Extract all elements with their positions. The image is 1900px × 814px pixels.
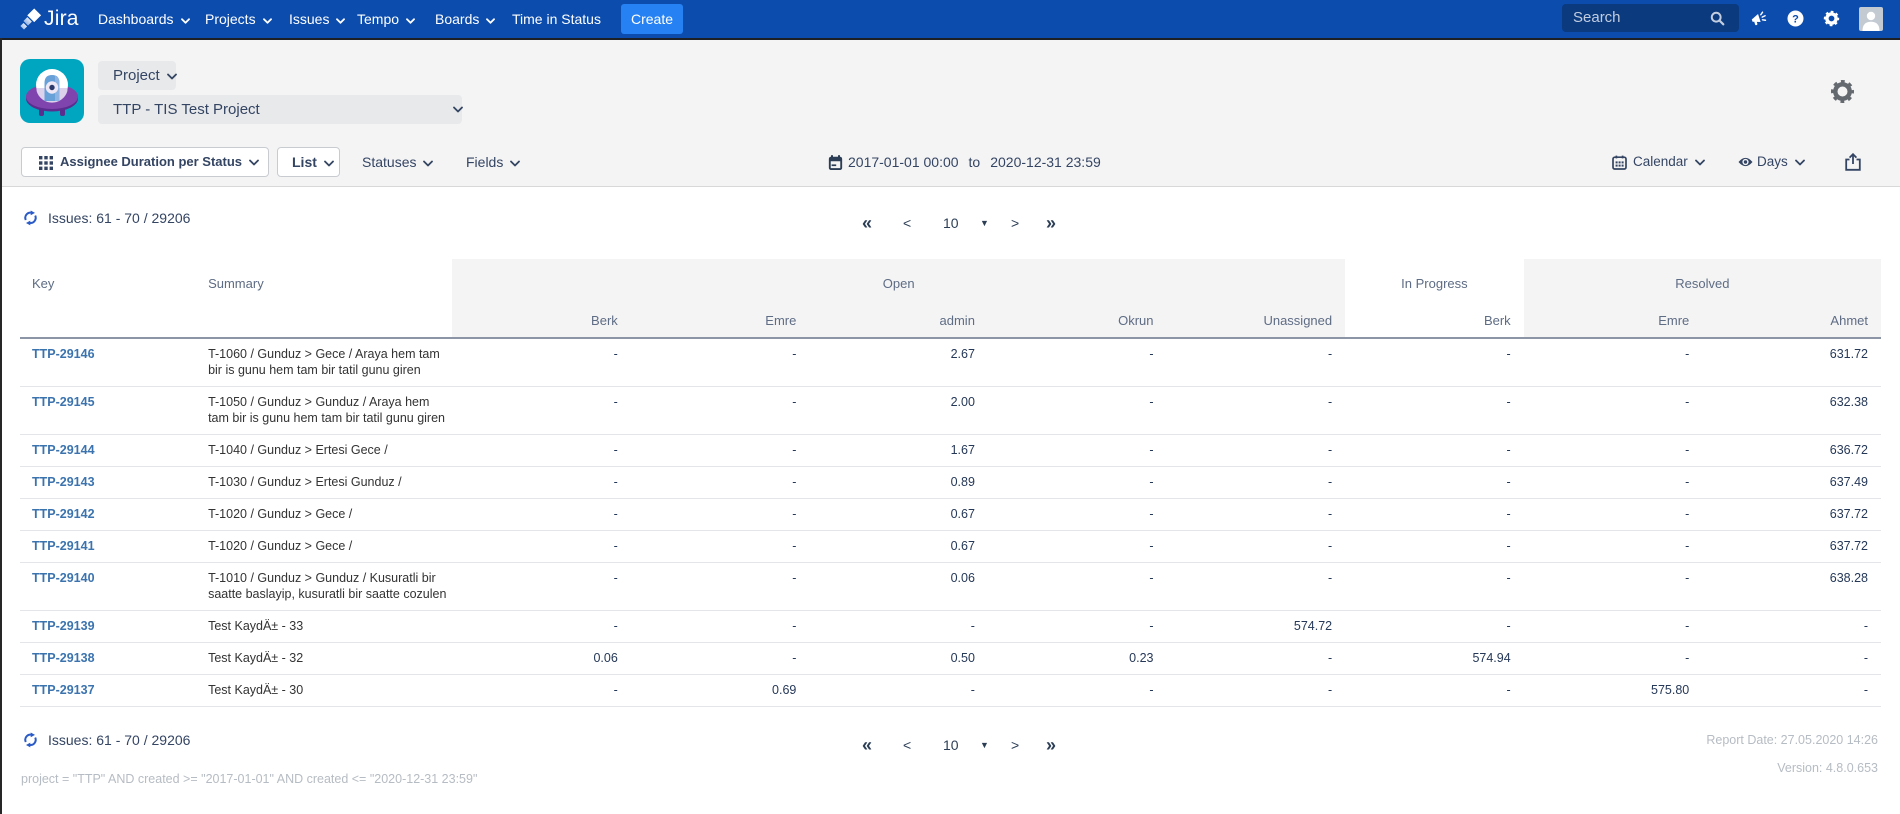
svg-text:?: ? bbox=[1792, 13, 1799, 25]
